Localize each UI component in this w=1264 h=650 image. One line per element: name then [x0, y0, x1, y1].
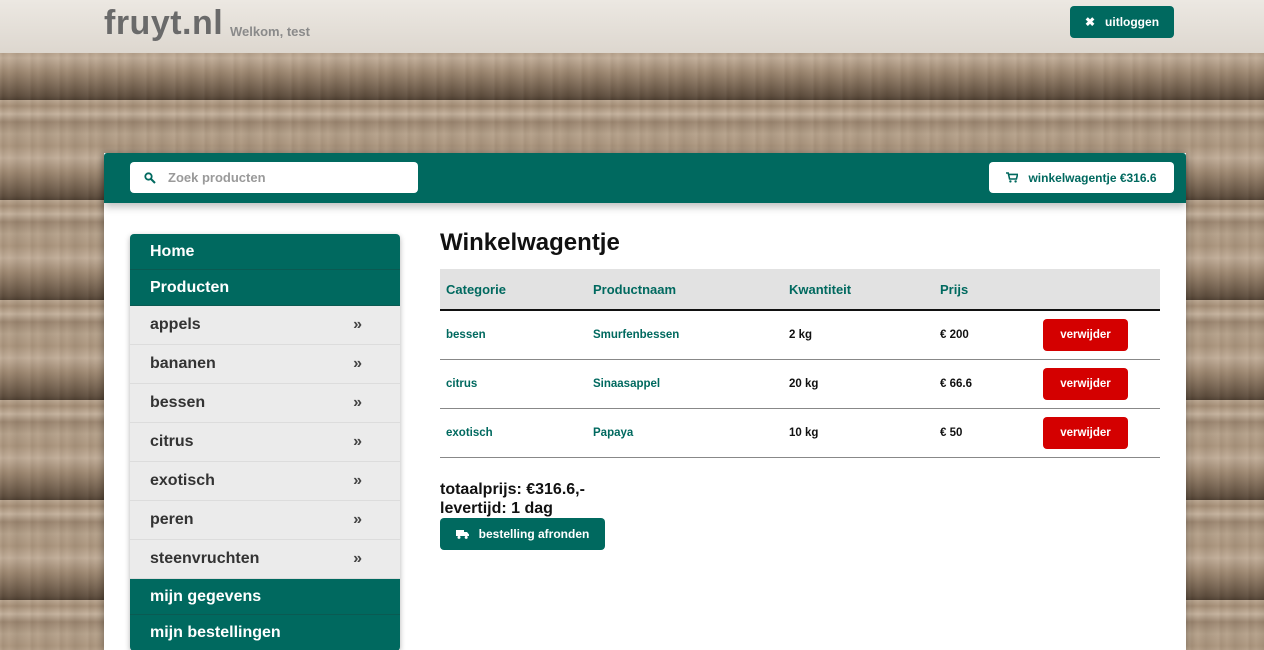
cell-action: verwijder: [1037, 310, 1160, 360]
panel-header: winkelwagentje €316.6: [104, 153, 1186, 203]
cell-category: bessen: [440, 310, 587, 360]
welcome-text: Welkom, test: [230, 24, 310, 39]
checkout-label: bestelling afronden: [478, 526, 590, 541]
sidebar-item-home[interactable]: Home: [130, 234, 400, 270]
remove-button[interactable]: verwijder: [1043, 318, 1128, 351]
category-label: citrus: [150, 433, 194, 450]
cell-action: verwijder: [1037, 359, 1160, 409]
total-price: totaalprijs: €316.6,-: [440, 480, 585, 498]
top-bar: fruyt.nl Welkom, test ✖ uitloggen: [0, 0, 1264, 53]
checkout-button[interactable]: bestelling afronden: [440, 517, 605, 550]
column-header-category: Categorie: [440, 269, 587, 311]
cart-button[interactable]: winkelwagentje €316.6: [989, 162, 1174, 193]
cart-label: winkelwagentje €316.6: [1028, 170, 1157, 185]
cell-quantity: 20 kg: [783, 359, 934, 409]
cell-action: verwijder: [1037, 408, 1160, 458]
table-row: citrus Sinaasappel 20 kg € 66.6 verwijde…: [440, 359, 1160, 409]
close-icon: ✖: [1084, 15, 1096, 29]
cell-price: € 200: [934, 310, 1037, 360]
delivery-time: levertijd: 1 dag: [440, 499, 553, 517]
double-chevron-right-icon: »: [353, 550, 362, 567]
column-header-action: [1037, 269, 1160, 311]
table-row: exotisch Papaya 10 kg € 50 verwijder: [440, 408, 1160, 458]
cell-product: Sinaasappel: [587, 359, 783, 409]
double-chevron-right-icon: »: [353, 316, 362, 333]
double-chevron-right-icon: »: [353, 355, 362, 372]
remove-button[interactable]: verwijder: [1043, 367, 1128, 400]
cell-category: citrus: [440, 359, 587, 409]
sidebar-item-products[interactable]: Producten: [130, 270, 400, 306]
site-logo[interactable]: fruyt.nl: [104, 4, 223, 43]
search-input[interactable]: [168, 170, 398, 185]
sidebar-item-my-details[interactable]: mijn gegevens: [130, 579, 400, 615]
sidebar-category-citrus[interactable]: citrus »: [130, 423, 400, 462]
main-panel: winkelwagentje €316.6 Home Producten app…: [104, 153, 1186, 650]
category-label: bananen: [150, 355, 216, 372]
double-chevron-right-icon: »: [353, 472, 362, 489]
sidebar-category-exotisch[interactable]: exotisch »: [130, 462, 400, 501]
cart-totals: totaalprijs: €316.6,- levertijd: 1 dag: [440, 480, 1160, 518]
category-label: exotisch: [150, 472, 215, 489]
sidebar-category-bananen[interactable]: bananen »: [130, 345, 400, 384]
sidebar-category-appels[interactable]: appels »: [130, 306, 400, 345]
sidebar-category-peren[interactable]: peren »: [130, 501, 400, 540]
search-box[interactable]: [130, 162, 418, 193]
cart-table: Categorie Productnaam Kwantiteit Prijs b…: [440, 269, 1160, 458]
double-chevron-right-icon: »: [353, 433, 362, 450]
sidebar-category-bessen[interactable]: bessen »: [130, 384, 400, 423]
cell-price: € 66.6: [934, 359, 1037, 409]
category-label: bessen: [150, 394, 206, 411]
double-chevron-right-icon: »: [353, 394, 362, 411]
column-header-price: Prijs: [934, 269, 1037, 311]
page-title: Winkelwagentje: [440, 229, 620, 256]
cart-content: Winkelwagentje Categorie Productnaam Kwa…: [440, 229, 1160, 550]
sidebar-nav: Home Producten appels » bananen » bessen…: [130, 234, 400, 650]
category-label: appels: [150, 316, 201, 333]
search-icon: [144, 171, 156, 184]
sidebar-category-steenvruchten[interactable]: steenvruchten »: [130, 540, 400, 579]
column-header-product: Productnaam: [587, 269, 783, 311]
truck-icon: [455, 529, 469, 539]
shopping-cart-icon: [1006, 172, 1019, 183]
cell-price: € 50: [934, 408, 1037, 458]
logout-label: uitloggen: [1105, 15, 1160, 29]
cell-quantity: 10 kg: [783, 408, 934, 458]
remove-button[interactable]: verwijder: [1043, 416, 1128, 449]
cell-quantity: 2 kg: [783, 310, 934, 360]
column-header-quantity: Kwantiteit: [783, 269, 934, 311]
sidebar-item-my-orders[interactable]: mijn bestellingen: [130, 615, 400, 650]
cell-category: exotisch: [440, 408, 587, 458]
cell-product: Smurfenbessen: [587, 310, 783, 360]
table-row: bessen Smurfenbessen 2 kg € 200 verwijde…: [440, 310, 1160, 360]
category-label: steenvruchten: [150, 550, 260, 567]
table-header-row: Categorie Productnaam Kwantiteit Prijs: [440, 269, 1160, 311]
cell-product: Papaya: [587, 408, 783, 458]
category-label: peren: [150, 511, 194, 528]
double-chevron-right-icon: »: [353, 511, 362, 528]
logout-button[interactable]: ✖ uitloggen: [1070, 6, 1174, 38]
